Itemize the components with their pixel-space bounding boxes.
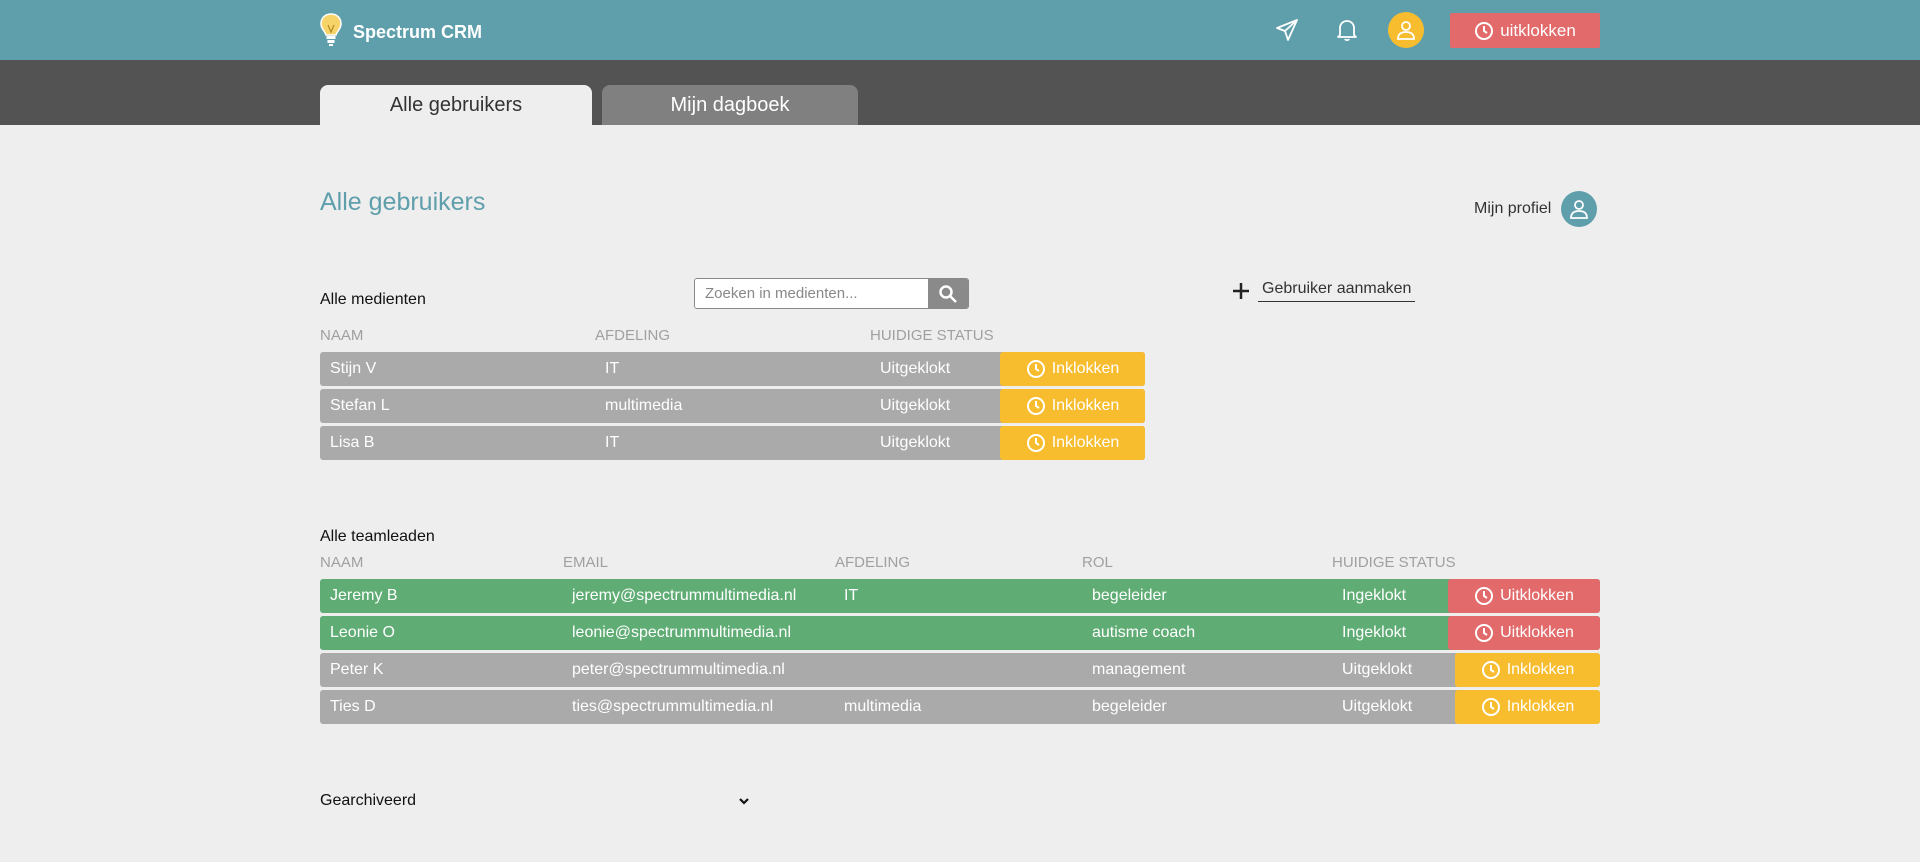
cell-naam: Jeremy B <box>330 587 398 604</box>
app-logo[interactable]: Spectrum CRM <box>319 12 482 53</box>
clock-in-button[interactable]: Inklokken <box>1455 690 1600 724</box>
teamlead-row: Peter K peter@spectrummultimedia.nl mana… <box>320 653 1600 687</box>
clock-out-label: Uitklokken <box>1500 624 1574 641</box>
user-icon <box>1397 21 1415 40</box>
cell-afdeling: multimedia <box>605 397 683 414</box>
clock-icon <box>1026 360 1045 378</box>
cell-afdeling: IT <box>605 360 620 377</box>
tab-mijn-dagboek[interactable]: Mijn dagboek <box>602 85 858 125</box>
clock-icon <box>1481 698 1500 716</box>
search-icon <box>939 284 957 303</box>
tab-label: Alle gebruikers <box>389 93 523 116</box>
user-icon <box>1570 200 1589 219</box>
column-header-email: EMAIL <box>563 554 609 571</box>
my-profile-link[interactable]: Mijn profiel <box>1474 191 1598 227</box>
cell-status: Uitgeklokt <box>880 397 951 414</box>
medienten-section-title: Alle medienten <box>320 291 426 308</box>
column-header-naam: NAAM <box>320 554 364 571</box>
chevron-down-icon <box>739 798 749 805</box>
cell-email: leonie@spectrummultimedia.nl <box>572 624 791 641</box>
clock-out-button[interactable]: Uitklokken <box>1448 616 1600 650</box>
column-header-afdeling: AFDELING <box>835 554 911 571</box>
teamlead-row: Leonie O leonie@spectrummultimedia.nl au… <box>320 616 1600 650</box>
tab-alle-gebruikers[interactable]: Alle gebruikers <box>320 85 592 125</box>
my-profile-label: Mijn profiel <box>1474 200 1552 217</box>
page-title: Alle gebruikers <box>320 188 486 216</box>
cell-email: ties@spectrummultimedia.nl <box>572 698 774 715</box>
cell-email: peter@spectrummultimedia.nl <box>572 661 785 678</box>
cell-rol: begeleider <box>1092 698 1167 715</box>
medienten-search <box>694 278 969 309</box>
tab-label: Mijn dagboek <box>670 93 790 116</box>
clock-in-label: Inklokken <box>1506 661 1575 678</box>
clock-icon <box>1475 21 1494 40</box>
cell-status: Ingeklokt <box>1342 587 1407 604</box>
teamlead-row: Jeremy B jeremy@spectrummultimedia.nl IT… <box>320 579 1600 613</box>
column-header-rol: ROL <box>1082 554 1113 571</box>
clock-in-button[interactable]: Inklokken <box>1455 653 1600 687</box>
clock-icon <box>1481 661 1500 679</box>
create-user-label: Gebruiker aanmaken <box>1258 280 1416 302</box>
plus-icon <box>1233 283 1249 299</box>
archived-label: Gearchiveerd <box>320 792 417 809</box>
bell-icon[interactable] <box>1332 15 1362 45</box>
clock-icon <box>1475 587 1494 605</box>
search-input[interactable] <box>695 279 928 308</box>
cell-afdeling: multimedia <box>844 698 922 715</box>
mediant-row: Lisa B IT Uitgeklokt Inklokken <box>320 426 1145 460</box>
cell-rol: begeleider <box>1092 587 1167 604</box>
cell-status: Uitgeklokt <box>880 434 951 451</box>
column-header-status: HUIDIGE STATUS <box>870 327 994 344</box>
profile-avatar[interactable] <box>1561 191 1598 227</box>
app-name: Spectrum CRM <box>353 22 483 42</box>
cell-naam: Lisa B <box>330 434 375 451</box>
clock-out-label: Uitklokken <box>1500 587 1574 604</box>
send-icon[interactable] <box>1272 15 1302 45</box>
cell-naam: Stijn V <box>330 360 377 377</box>
cell-status: Uitgeklokt <box>1342 661 1413 678</box>
mediant-row: Stijn V IT Uitgeklokt Inklokken <box>320 352 1145 386</box>
teamleaden-section-title: Alle teamleaden <box>320 528 435 545</box>
teamlead-row: Ties D ties@spectrummultimedia.nl multim… <box>320 690 1600 724</box>
user-avatar-button[interactable] <box>1388 12 1424 48</box>
clock-in-label: Inklokken <box>1051 360 1120 377</box>
clock-out-button[interactable]: Uitklokken <box>1448 579 1600 613</box>
cell-status: Uitgeklokt <box>880 360 951 377</box>
cell-rol: autisme coach <box>1092 624 1196 641</box>
column-header-naam: NAAM <box>320 327 364 344</box>
cell-afdeling: IT <box>844 587 859 604</box>
mediant-row: Stefan L multimedia Uitgeklokt Inklokken <box>320 389 1145 423</box>
create-user-button[interactable]: Gebruiker aanmaken <box>1232 280 1416 302</box>
clock-in-button[interactable]: Inklokken <box>1000 389 1145 423</box>
lightbulb-icon <box>319 12 343 53</box>
cell-status: Ingeklokt <box>1342 624 1407 641</box>
archived-toggle[interactable]: Gearchiveerd <box>320 792 750 810</box>
clock-in-label: Inklokken <box>1051 434 1120 451</box>
column-header-afdeling: AFDELING <box>595 327 671 344</box>
top-navbar: Spectrum CRM uitklokken <box>0 0 1920 60</box>
cell-naam: Leonie O <box>330 624 395 641</box>
cell-afdeling: IT <box>605 434 620 451</box>
clock-icon <box>1026 397 1045 415</box>
clock-icon <box>1475 624 1494 642</box>
cell-rol: management <box>1092 661 1186 678</box>
clock-in-label: Inklokken <box>1051 397 1120 414</box>
clock-out-button[interactable]: uitklokken <box>1450 13 1600 48</box>
cell-email: jeremy@spectrummultimedia.nl <box>572 587 797 604</box>
clock-icon <box>1026 434 1045 452</box>
clock-in-button[interactable]: Inklokken <box>1000 352 1145 386</box>
column-header-status: HUIDIGE STATUS <box>1332 554 1456 571</box>
cell-status: Uitgeklokt <box>1342 698 1413 715</box>
cell-naam: Ties D <box>330 698 376 715</box>
clock-in-button[interactable]: Inklokken <box>1000 426 1145 460</box>
search-button[interactable] <box>928 279 968 308</box>
clock-in-label: Inklokken <box>1506 698 1575 715</box>
cell-naam: Peter K <box>330 661 384 678</box>
tab-bar: Alle gebruikers Mijn dagboek <box>0 60 1920 125</box>
cell-naam: Stefan L <box>330 397 390 414</box>
clock-out-label: uitklokken <box>1500 20 1576 40</box>
